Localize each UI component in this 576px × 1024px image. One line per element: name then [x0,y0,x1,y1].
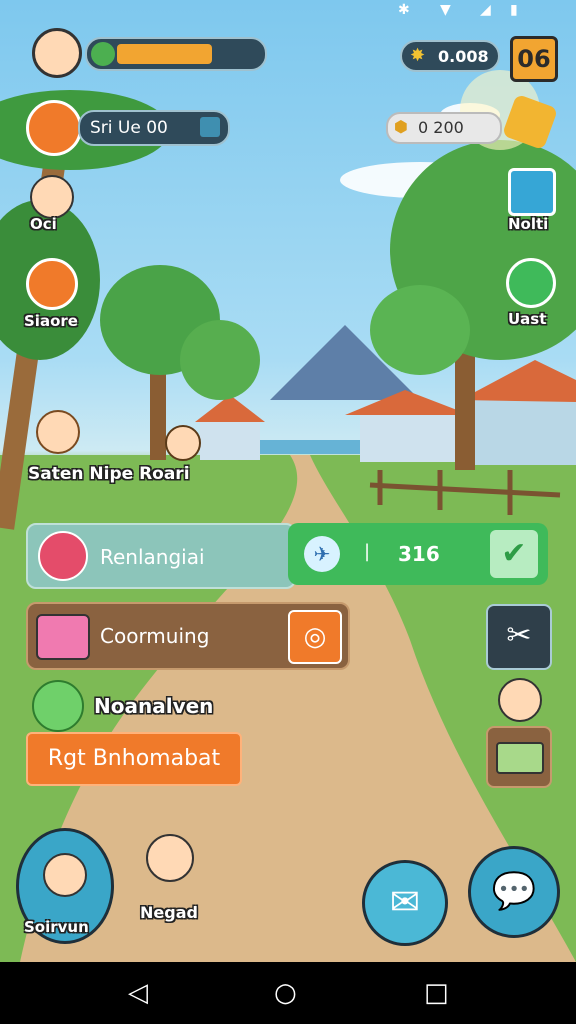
left-menu-label-1: Oci [30,215,57,233]
left-menu-label-2: Siaore [24,312,78,330]
coins-value: 0.008 [438,47,489,66]
bluetooth-icon: ✱ [398,2,410,18]
wifi-icon: ▼ [440,2,451,18]
character-2-avatar[interactable] [146,834,194,882]
store-icon[interactable] [26,258,78,310]
action-button[interactable]: Rgt Bnhomabat [26,732,242,786]
flower-icon [32,680,84,732]
friend-avatar[interactable] [30,175,74,219]
machine-icon [36,614,90,660]
gems-counter: ⬢ 0 200 [386,112,502,144]
divider-icon: | [364,541,371,562]
leaf-icon[interactable] [506,258,556,308]
player-avatar[interactable] [32,28,82,78]
villager-boy[interactable] [165,425,201,461]
plane-icon: ✈ [304,536,340,572]
energy-bar [85,37,267,71]
nav-bar: ◁ ○ □ [0,962,576,1024]
gem-icon: ⬢ [394,117,408,136]
player-label-pill: Sri Ue 00 [78,110,230,146]
gems-value: 0 200 [418,118,464,137]
villager-girl[interactable] [36,410,80,454]
row1-value: 316 [398,542,440,566]
row1-progress[interactable]: ✈ | 316 ✔ [288,523,548,585]
send-button[interactable]: ✉ [362,860,448,946]
character-label-1: Soirvun [24,918,89,936]
back-icon[interactable]: ◁ [128,978,148,1008]
scene-caption: Saten Nipe Roari [28,464,190,484]
energy-fill [117,44,212,64]
camera-icon[interactable]: ◎ [288,610,342,664]
chest-icon[interactable] [486,726,552,788]
row1-panel[interactable]: Renlangiai [26,523,296,589]
character-label-2: Negad [140,903,198,922]
status-bar: ✱ ▼ ◢ ▮ [0,0,576,24]
player-label: Sri Ue 00 [90,118,168,138]
battery-icon: ▮ [510,2,518,18]
heart-avatar [38,531,88,581]
chat-button[interactable]: 💬 [468,846,560,938]
game-screen: ✱ ▼ ◢ ▮ ✸ 0.008 06 Sri Ue 00 ⬢ 0 200 Oci… [0,0,576,1024]
check-icon[interactable]: ✔ [490,530,538,578]
level-badge[interactable]: 06 [510,36,558,82]
coins-counter: ✸ 0.008 [400,40,500,72]
row3-label: Noanalven [94,694,214,718]
row2-label: Coormuing [100,624,210,648]
right-menu-label-1: Nolti [508,215,549,233]
clover-icon [91,42,115,66]
home-icon[interactable]: ○ [274,978,297,1008]
recents-icon[interactable]: □ [424,978,449,1008]
right-menu-label-2: Uast [508,310,547,328]
row1-label: Renlangiai [100,545,205,569]
tools-icon[interactable]: ✂ [486,604,552,670]
edit-icon[interactable] [508,168,556,216]
compass-icon[interactable] [26,100,82,156]
star-icon: ✸ [410,45,426,66]
house-left [195,395,265,460]
signal-icon: ◢ [480,2,491,18]
dropdown-icon[interactable] [200,117,220,137]
row2-panel[interactable]: Coormuing ◎ [26,602,350,670]
npc-avatar[interactable] [498,678,542,722]
